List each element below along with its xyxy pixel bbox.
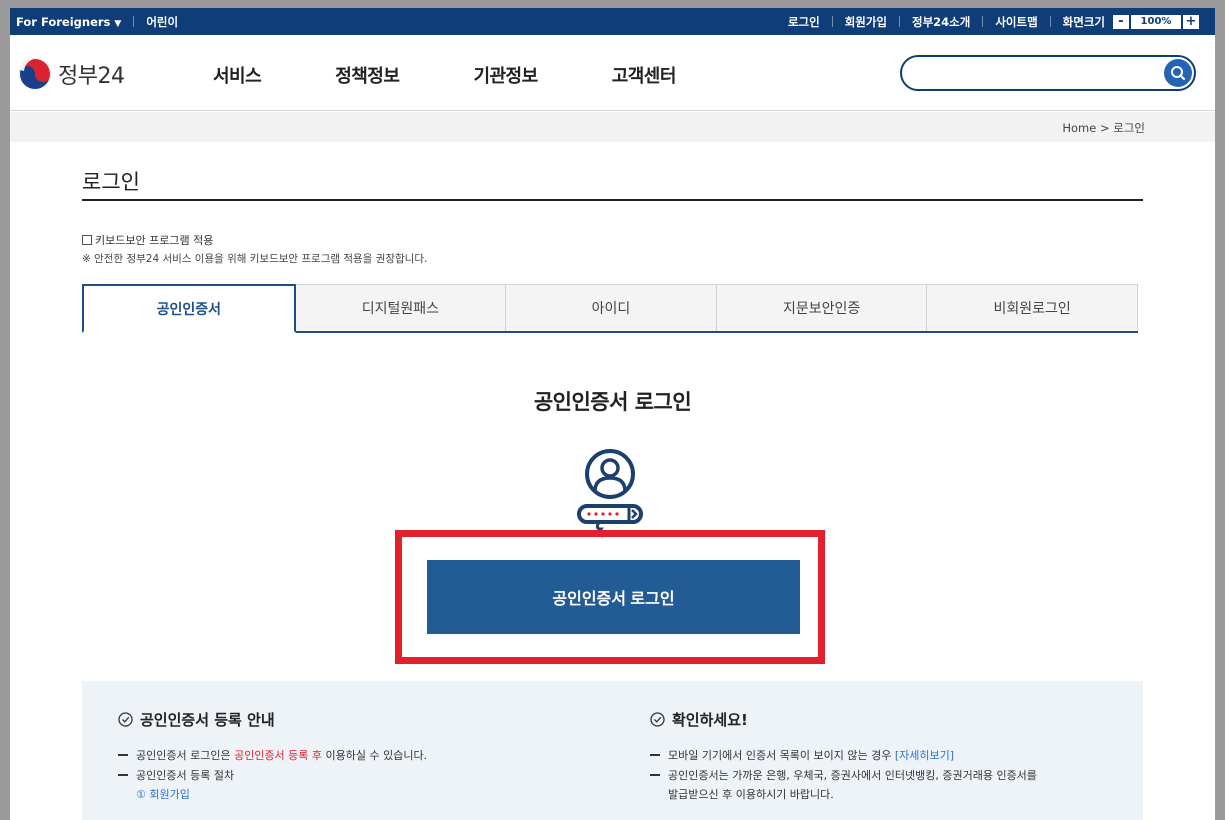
browser-page: For Foreigners ▼ 어린이 로그인 회원가입 정부24소개 사이트맵… xyxy=(10,8,1215,820)
registration-guide-list: 공인인증서 로그인은 공인인증서 등록 후 이용하실 수 있습니다. 공인인증서… xyxy=(118,746,427,804)
notice-list: 모바일 기기에서 인증서 목록이 보이지 않는 경우 [자세히보기] 공인인증서… xyxy=(650,746,1037,804)
zoom-in-button[interactable]: + xyxy=(1183,14,1199,29)
signup-step-link[interactable]: ① 회원가입 xyxy=(118,786,427,804)
breadcrumb-bar: Home > 로그인 xyxy=(10,112,1215,142)
divider xyxy=(899,16,901,27)
search-box xyxy=(900,55,1196,91)
zoom-out-button[interactable]: - xyxy=(1113,14,1129,29)
signup-link[interactable]: 회원가입 xyxy=(845,14,887,30)
list-item: 공인인증서는 가까운 은행, 우체국, 증권사에서 인터넷뱅킹, 증권거래용 인… xyxy=(650,766,1037,786)
section-heading: 공인인증서 로그인 xyxy=(533,390,692,414)
title-divider xyxy=(82,199,1143,201)
divider xyxy=(133,16,135,27)
zoom-level: 100% xyxy=(1131,14,1181,29)
nav-item-support[interactable]: 고객센터 xyxy=(612,62,677,88)
nav-item-services[interactable]: 서비스 xyxy=(213,62,262,88)
dash-bullet xyxy=(118,774,128,776)
divider xyxy=(831,16,833,27)
search-icon xyxy=(1171,66,1185,80)
keyboard-security-checkbox[interactable] xyxy=(82,235,92,245)
divider xyxy=(1049,16,1051,27)
list-item: 공인인증서 등록 절차 xyxy=(118,766,427,786)
about-link[interactable]: 정부24소개 xyxy=(912,14,970,30)
main-nav: 서비스 정책정보 기관정보 고객센터 xyxy=(213,62,750,88)
breadcrumb[interactable]: Home > 로그인 xyxy=(1062,120,1145,136)
login-method-tabs: 공인인증서 디지털원패스 아이디 지문보안인증 비회원로그인 xyxy=(82,284,1138,333)
certificate-user-icon xyxy=(577,449,643,538)
login-link[interactable]: 로그인 xyxy=(788,14,820,30)
tab-certificate[interactable]: 공인인증서 xyxy=(82,284,296,333)
check-circle-icon xyxy=(118,712,133,727)
notice-title: 확인하세요! xyxy=(650,709,748,730)
list-item: 모바일 기기에서 인증서 목록이 보이지 않는 경우 [자세히보기] xyxy=(650,746,1037,766)
nav-item-agencies[interactable]: 기관정보 xyxy=(473,62,538,88)
site-header: 정부24 서비스 정책정보 기관정보 고객센터 xyxy=(10,35,1215,111)
info-panel: 공인인증서 등록 안내 공인인증서 로그인은 공인인증서 등록 후 이용하실 수… xyxy=(82,681,1143,820)
caret-down-icon: ▼ xyxy=(114,18,122,29)
for-foreigners-link[interactable]: For Foreigners ▼ xyxy=(16,15,121,29)
tab-fingerprint[interactable]: 지문보안인증 xyxy=(716,284,928,331)
utility-bar: For Foreigners ▼ 어린이 로그인 회원가입 정부24소개 사이트맵… xyxy=(10,8,1215,35)
keyboard-security-option[interactable]: 키보드보안 프로그램 적용 xyxy=(82,232,213,248)
site-logo[interactable]: 정부24 xyxy=(18,57,125,91)
search-input[interactable] xyxy=(916,63,1146,83)
check-circle-icon xyxy=(650,712,665,727)
page-title: 로그인 xyxy=(82,170,140,194)
certificate-login-button[interactable]: 공인인증서 로그인 xyxy=(427,560,800,634)
details-link[interactable]: [자세히보기] xyxy=(895,749,954,762)
taegeuk-logo-icon xyxy=(19,58,51,90)
dash-bullet xyxy=(118,754,128,756)
tab-id[interactable]: 아이디 xyxy=(506,284,717,331)
divider xyxy=(982,16,984,27)
registration-guide-title: 공인인증서 등록 안내 xyxy=(118,709,275,730)
list-item-continuation: 발급받으신 후 이용하시기 바랍니다. xyxy=(668,788,834,801)
dash-bullet xyxy=(650,774,660,776)
screen-size-label: 화면크기 xyxy=(1062,14,1105,29)
tab-guest-login[interactable]: 비회원로그인 xyxy=(927,284,1138,331)
registration-required-text: 공인인증서 등록 후 xyxy=(234,749,323,762)
list-item: 공인인증서 로그인은 공인인증서 등록 후 이용하실 수 있습니다. xyxy=(118,746,427,766)
nav-item-policy[interactable]: 정책정보 xyxy=(335,62,400,88)
tab-digital-onepass[interactable]: 디지털원패스 xyxy=(295,284,507,331)
search-button[interactable] xyxy=(1164,59,1192,87)
keyboard-security-note: ※ 안전한 정부24 서비스 이용을 위해 키보드보안 프로그램 적용을 권장합… xyxy=(82,253,428,265)
kids-link[interactable]: 어린이 xyxy=(146,14,178,30)
dash-bullet xyxy=(650,754,660,756)
logo-text: 정부24 xyxy=(58,64,125,89)
keyboard-security-label: 키보드보안 프로그램 적용 xyxy=(95,234,214,247)
sitemap-link[interactable]: 사이트맵 xyxy=(995,14,1037,30)
